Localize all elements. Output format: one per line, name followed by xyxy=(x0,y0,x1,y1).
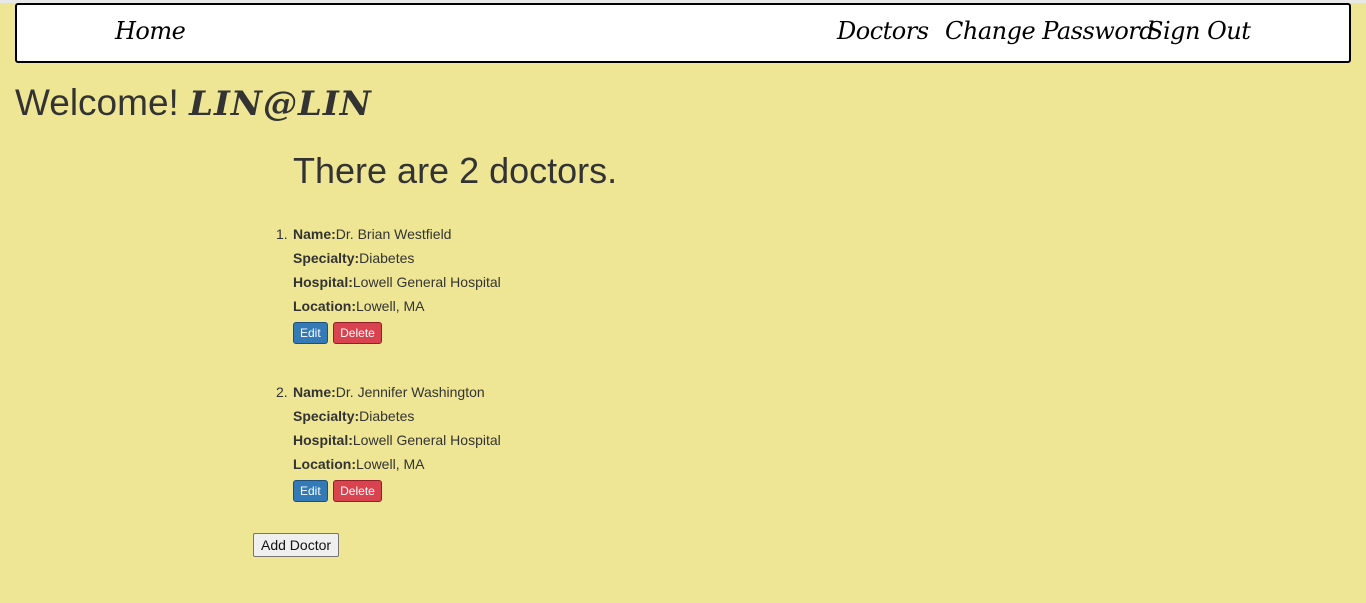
edit-button[interactable]: Edit xyxy=(293,322,328,344)
doctor-name: Dr. Jennifer Washington xyxy=(335,384,485,400)
doctor-location-row: Location:Lowell, MA xyxy=(293,452,501,476)
list-number: 2. xyxy=(276,384,288,400)
add-doctor-button[interactable]: Add Doctor xyxy=(253,533,340,557)
edit-button[interactable]: Edit xyxy=(293,480,328,502)
doctor-hospital: Lowell General Hospital xyxy=(352,274,501,290)
doctor-location: Lowell, MA xyxy=(356,298,425,314)
doctor-specialty: Diabetes xyxy=(359,250,415,266)
name-label: Name: xyxy=(293,226,336,242)
name-label: Name: xyxy=(293,384,336,400)
doctor-name-row: Name:Dr. Jennifer Washington xyxy=(293,380,501,404)
doctor-hospital-row: Hospital:Lowell General Hospital xyxy=(293,270,501,294)
specialty-label: Specialty: xyxy=(293,408,360,424)
nav-change-password-link[interactable]: Change Password xyxy=(945,17,1155,45)
doctor-fields: Name:Dr. Brian Westfield Specialty:Diabe… xyxy=(293,222,501,318)
doctor-name-row: Name:Dr. Brian Westfield xyxy=(293,222,501,246)
hospital-label: Hospital: xyxy=(293,274,353,290)
welcome-heading: Welcome! LIN@LIN xyxy=(15,82,372,124)
nav-home-link[interactable]: Home xyxy=(115,17,186,45)
doctor-specialty-row: Specialty:Diabetes xyxy=(293,404,501,428)
doctor-actions: Edit Delete xyxy=(293,480,382,502)
welcome-prefix: Welcome! xyxy=(15,82,179,123)
doctor-hospital: Lowell General Hospital xyxy=(352,432,501,448)
doctor-count-heading: There are 2 doctors. xyxy=(293,150,618,191)
nav-doctors-link[interactable]: Doctors xyxy=(837,17,929,45)
navbar: Home Doctors Change Password Sign Out xyxy=(15,3,1351,63)
doctor-fields: Name:Dr. Jennifer Washington Specialty:D… xyxy=(293,380,501,476)
doctor-specialty: Diabetes xyxy=(359,408,415,424)
delete-button[interactable]: Delete xyxy=(333,480,382,502)
specialty-label: Specialty: xyxy=(293,250,360,266)
doctor-actions: Edit Delete xyxy=(293,322,382,344)
welcome-username: LIN@LIN xyxy=(189,84,372,124)
doctor-hospital-row: Hospital:Lowell General Hospital xyxy=(293,428,501,452)
delete-button[interactable]: Delete xyxy=(333,322,382,344)
location-label: Location: xyxy=(293,298,356,314)
doctor-location-row: Location:Lowell, MA xyxy=(293,294,501,318)
doctor-location: Lowell, MA xyxy=(356,456,425,472)
doctor-specialty-row: Specialty:Diabetes xyxy=(293,246,501,270)
hospital-label: Hospital: xyxy=(293,432,353,448)
nav-sign-out-link[interactable]: Sign Out xyxy=(1147,17,1251,45)
doctor-name: Dr. Brian Westfield xyxy=(335,226,452,242)
list-number: 1. xyxy=(276,226,288,242)
location-label: Location: xyxy=(293,456,356,472)
